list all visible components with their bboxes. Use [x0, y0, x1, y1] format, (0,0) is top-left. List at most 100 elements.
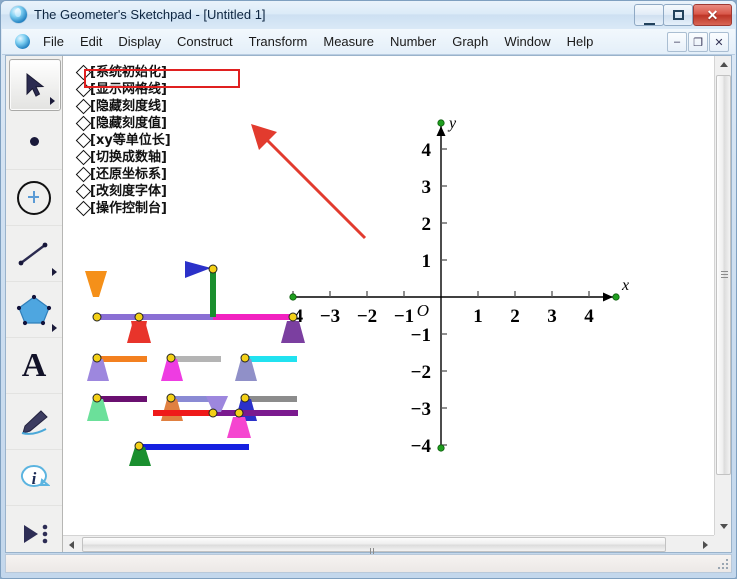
scroll-right-button[interactable]	[697, 536, 714, 553]
point-handle[interactable]	[241, 354, 249, 362]
vertical-scrollbar[interactable]	[714, 56, 731, 535]
point-handle[interactable]	[135, 313, 143, 321]
menu-window[interactable]: Window	[496, 29, 558, 54]
scroll-up-button[interactable]	[715, 56, 732, 73]
scrollbar-grip-icon	[721, 271, 728, 279]
svg-text:4: 4	[422, 140, 432, 161]
tool-expand-arrow-icon[interactable]	[50, 97, 55, 105]
scroll-right-icon	[703, 541, 708, 549]
menu-items: File Edit Display Construct Transform Me…	[35, 29, 601, 54]
point-handle[interactable]	[93, 313, 101, 321]
application-window: The Geometer's Sketchpad - [Untitled 1] …	[0, 0, 737, 579]
y-axis-tick-labels: 4 3 2 1 −1 −2 −3 −4	[411, 140, 432, 457]
information-tool[interactable]: i	[6, 450, 62, 506]
svg-text:i: i	[32, 469, 37, 488]
segment-bar[interactable]	[153, 410, 213, 416]
document-minimize-button[interactable]: –	[667, 32, 687, 52]
menu-graph[interactable]: Graph	[444, 29, 496, 54]
scroll-down-button[interactable]	[715, 518, 732, 535]
polygon-tool[interactable]	[6, 282, 62, 338]
scroll-left-icon	[69, 541, 74, 549]
circle-compass-icon	[17, 181, 51, 215]
sketch-canvas[interactable]: [系统初始化] [显示网格线] [隐藏刻度线] [隐藏刻度值] [xy等单位长]	[63, 56, 714, 535]
vertical-scrollbar-thumb[interactable]	[716, 75, 731, 475]
segment-sketch-group-lower[interactable]	[73, 396, 373, 466]
menu-edit[interactable]: Edit	[72, 29, 110, 54]
straightedge-tool[interactable]	[6, 226, 62, 282]
point-icon	[30, 137, 39, 146]
window-maximize-button[interactable]	[663, 4, 693, 26]
scroll-up-icon	[720, 62, 728, 67]
cone-marker[interactable]	[185, 261, 211, 278]
window-minimize-button[interactable]	[634, 4, 664, 26]
segment-bar[interactable]	[171, 356, 221, 362]
pentagon-icon	[16, 294, 52, 326]
document-icon	[15, 34, 30, 49]
segment-group-row2[interactable]	[87, 354, 297, 381]
horizontal-scrollbar-thumb[interactable]	[82, 537, 666, 552]
cone-marker[interactable]	[205, 396, 229, 412]
scroll-left-button[interactable]	[63, 536, 80, 553]
point-handle[interactable]	[93, 354, 101, 362]
close-icon: ✕	[694, 5, 731, 25]
segment-bar[interactable]	[213, 314, 293, 320]
segment-bar[interactable]	[245, 356, 297, 362]
scroll-down-icon	[720, 524, 728, 529]
menu-file[interactable]: File	[35, 29, 72, 54]
cone-marker[interactable]	[127, 321, 151, 343]
play-dots-icon	[16, 521, 52, 547]
scrollbar-corner	[714, 535, 731, 552]
svg-text:2: 2	[422, 214, 432, 235]
point-handle[interactable]	[209, 409, 217, 417]
cone-marker[interactable]	[85, 271, 107, 297]
tool-expand-arrow-icon[interactable]	[52, 268, 57, 276]
letter-a-icon: A	[22, 349, 47, 383]
point-handle[interactable]	[235, 409, 243, 417]
menu-help[interactable]: Help	[559, 29, 602, 54]
menu-number[interactable]: Number	[382, 29, 444, 54]
line-segment-icon	[17, 240, 51, 268]
segment-bar[interactable]	[95, 314, 213, 320]
segment-bar[interactable]	[213, 410, 298, 416]
svg-text:3: 3	[547, 306, 557, 327]
tool-expand-arrow-icon[interactable]	[52, 324, 57, 332]
horizontal-scrollbar[interactable]	[63, 535, 714, 552]
menu-construct[interactable]: Construct	[169, 29, 241, 54]
resize-grip-icon[interactable]	[716, 557, 728, 569]
status-bar	[5, 554, 732, 573]
svg-text:−2: −2	[411, 362, 431, 383]
y-axis-label: y	[447, 115, 457, 132]
window-close-button[interactable]: ✕	[693, 4, 732, 26]
cone-marker[interactable]	[227, 417, 251, 438]
menu-display[interactable]: Display	[110, 29, 169, 54]
document-restore-button[interactable]: ❐	[688, 32, 708, 52]
svg-text:−1: −1	[411, 325, 431, 346]
point-handle[interactable]	[289, 313, 297, 321]
point-handle[interactable]	[135, 442, 143, 450]
segment-bar[interactable]	[97, 356, 147, 362]
svg-text:3: 3	[422, 177, 432, 198]
point-handle[interactable]	[209, 265, 217, 273]
point-tool[interactable]	[6, 114, 62, 170]
svg-text:−1: −1	[394, 306, 414, 327]
text-tool[interactable]: A	[6, 338, 62, 394]
info-bubble-icon: i	[18, 463, 50, 493]
compass-tool[interactable]	[6, 170, 62, 226]
svg-text:1: 1	[473, 306, 483, 327]
menu-transform[interactable]: Transform	[241, 29, 316, 54]
segment-group-row1[interactable]	[85, 261, 305, 343]
arrow-select-tool[interactable]	[9, 59, 61, 111]
scrollbar-grip-icon	[370, 542, 378, 549]
y-axis-arrowhead	[437, 126, 446, 136]
document-close-button[interactable]: ✕	[709, 32, 729, 52]
window-title: The Geometer's Sketchpad - [Untitled 1]	[34, 5, 266, 25]
cone-marker[interactable]	[281, 321, 305, 343]
point-handle[interactable]	[167, 354, 175, 362]
menu-measure[interactable]: Measure	[315, 29, 382, 54]
segment-bar[interactable]	[210, 271, 216, 317]
svg-text:1: 1	[422, 251, 432, 272]
menu-bar: File Edit Display Construct Transform Me…	[2, 29, 735, 55]
origin-label: O	[417, 301, 429, 320]
segment-bar[interactable]	[139, 444, 249, 450]
marker-tool[interactable]	[6, 394, 62, 450]
